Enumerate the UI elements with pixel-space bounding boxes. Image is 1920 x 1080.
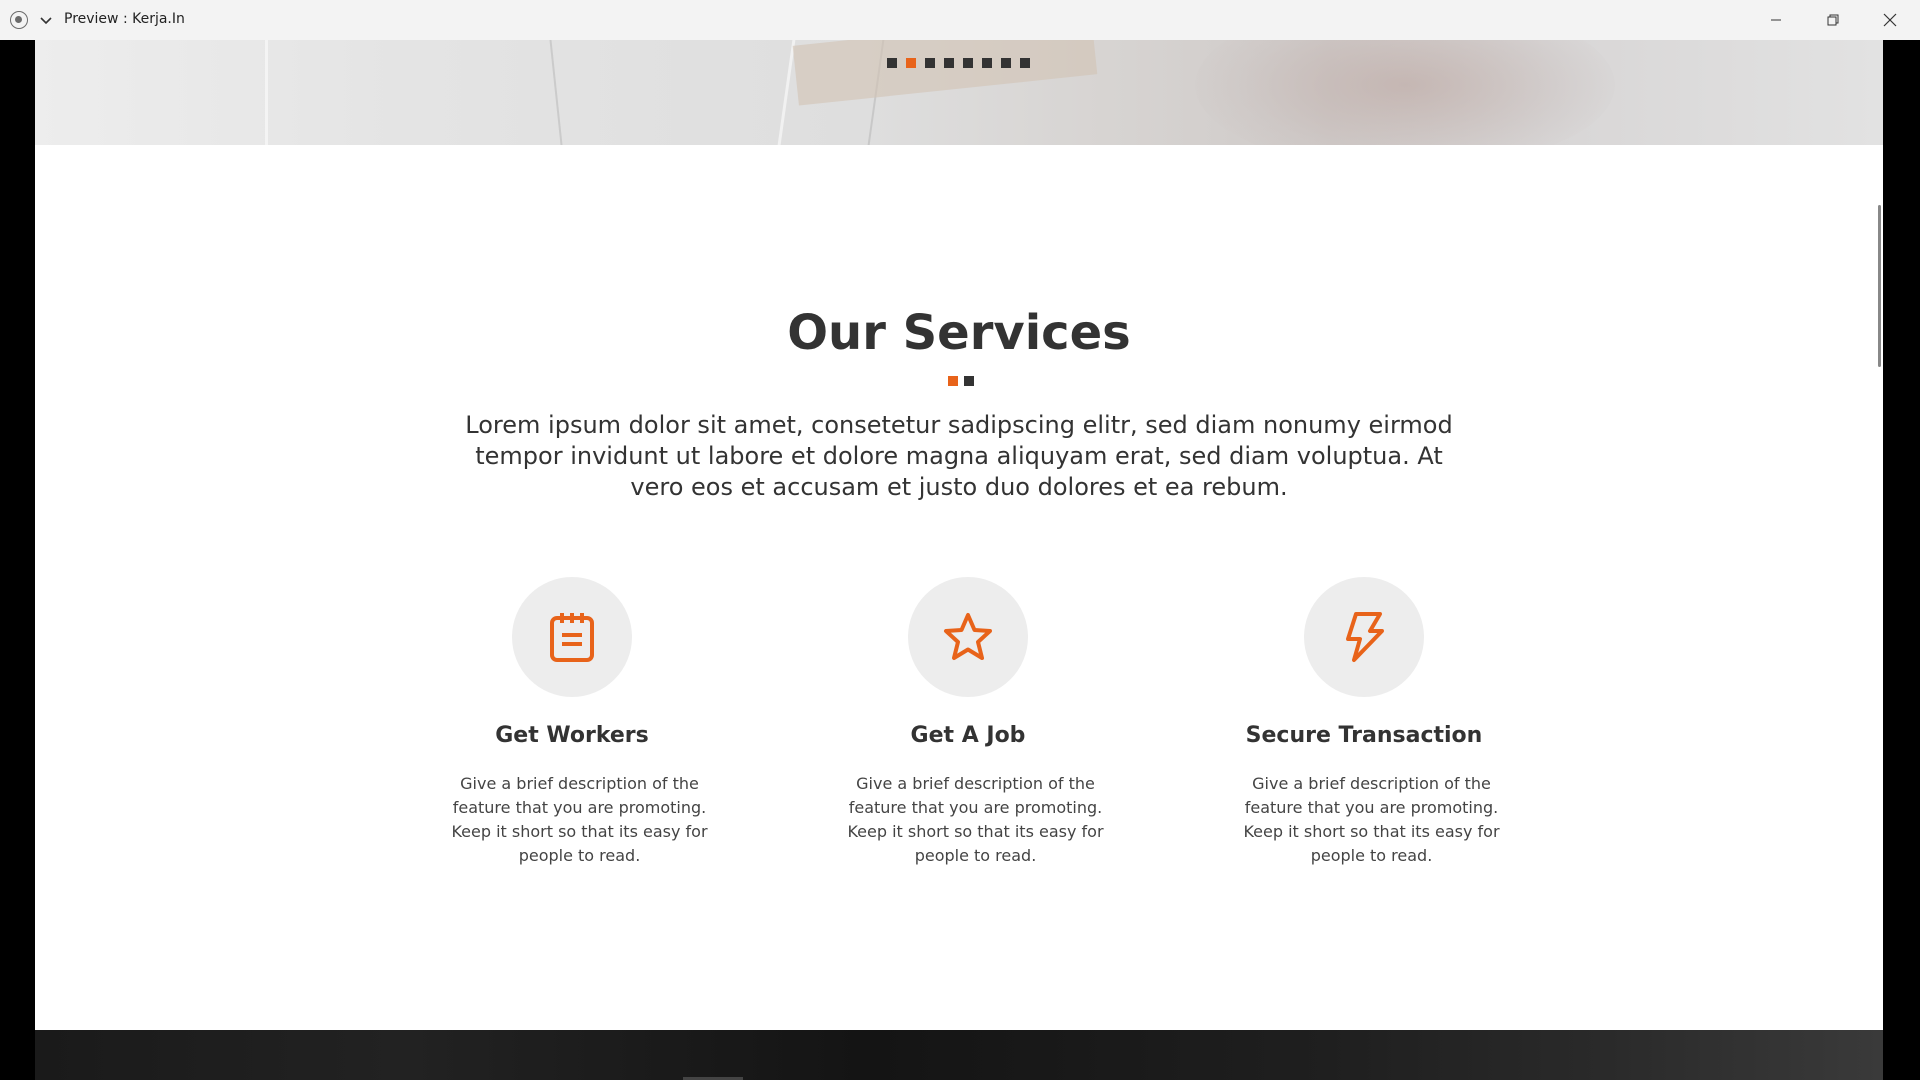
feature-title: Secure Transaction (1245, 723, 1483, 748)
star-icon (944, 613, 992, 660)
window-title: Preview : Kerja.In (64, 11, 185, 27)
page-scrollbar[interactable] (1878, 205, 1881, 367)
section-title: Our Services (787, 305, 1131, 361)
divider-square (964, 376, 974, 386)
close-icon (1883, 13, 1897, 27)
slider-dot-7[interactable] (1001, 58, 1011, 68)
feature-text: Give a brief description of the feature … (451, 774, 708, 865)
feature-icon-circle (908, 577, 1028, 697)
page-viewport: Our Services Lorem ipsum dolor sit amet,… (35, 40, 1883, 1080)
restore-button[interactable] (1805, 0, 1861, 40)
hero-image-hand (1195, 40, 1615, 145)
feature-text: Give a brief description of the feature … (1243, 774, 1500, 865)
hero-slider (35, 40, 1883, 145)
chevron-down-icon[interactable] (38, 12, 54, 28)
slider-dot-8[interactable] (1020, 58, 1030, 68)
feature-icon-circle (1304, 577, 1424, 697)
services-section: Our Services Lorem ipsum dolor sit amet,… (35, 145, 1883, 1030)
feature-text: Give a brief description of the feature … (847, 774, 1104, 865)
window-titlebar: Preview : Kerja.In (0, 0, 1920, 40)
slider-dot-1[interactable] (887, 58, 897, 68)
slider-dot-3[interactable] (925, 58, 935, 68)
hero-background-line (777, 40, 796, 145)
feature-get-a-job: Get A Job Give a brief description of th… (798, 577, 1138, 868)
app-record-icon[interactable] (10, 11, 28, 29)
minimize-button[interactable] (1748, 0, 1804, 40)
close-button[interactable] (1862, 0, 1918, 40)
lightning-icon (1346, 612, 1384, 662)
hero-background-line (549, 40, 563, 145)
hero-image-book (792, 40, 1098, 106)
slider-dot-2[interactable] (906, 58, 916, 68)
restore-icon (1827, 14, 1839, 26)
hero-background (265, 40, 268, 145)
title-divider (948, 376, 974, 386)
slider-dot-4[interactable] (944, 58, 954, 68)
feature-title: Get Workers (495, 723, 649, 748)
feature-icon-circle (512, 577, 632, 697)
slider-dot-6[interactable] (982, 58, 992, 68)
minimize-icon (1771, 19, 1781, 21)
slider-pagination (887, 58, 1030, 68)
next-section-background (35, 1030, 1883, 1080)
divider-square-accent (948, 376, 958, 386)
feature-title: Get A Job (910, 723, 1026, 748)
section-description: Lorem ipsum dolor sit amet, consetetur s… (465, 411, 1453, 501)
feature-get-workers: Get Workers Give a brief description of … (402, 577, 742, 868)
notepad-icon (550, 613, 594, 662)
slider-dot-5[interactable] (963, 58, 973, 68)
feature-secure-transaction: Secure Transaction Give a brief descript… (1194, 577, 1534, 868)
